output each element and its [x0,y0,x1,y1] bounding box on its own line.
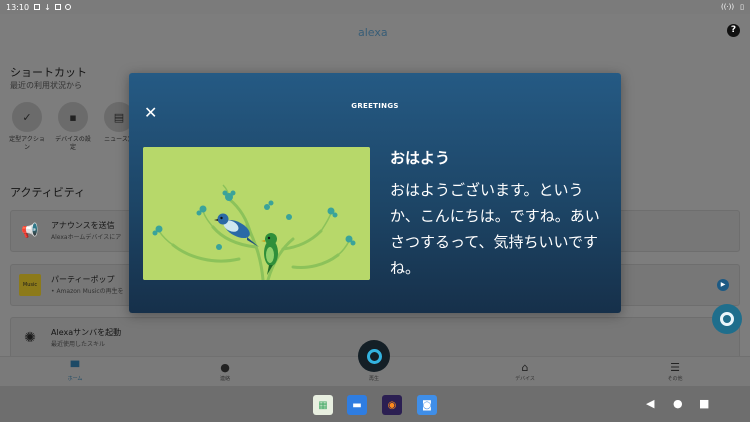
tab-home[interactable]: ▀ ホーム [50,361,100,382]
dialog-title: GREETINGS [351,102,399,110]
birds-illustration [143,147,370,280]
activity-title: アクティビティ [10,186,86,199]
clock: 13:10 [6,2,30,12]
menu-icon: ☰ [670,361,680,374]
shortcut-device-settings[interactable]: ▪ デバイスの設定 [54,102,92,152]
help-icon[interactable]: ? [727,24,740,37]
shortcuts-subtitle: 最近の利用状況から [10,81,82,90]
skill-icon: ✺ [24,330,36,346]
files-app-icon[interactable]: ▬ [347,395,367,415]
tab-devices[interactable]: ⌂ デバイス [500,361,550,382]
system-nav-bar: ▦ ▬ ◉ ◙ ◀ ● ■ [0,386,750,422]
download-icon: ↓ [44,2,51,12]
tab-play[interactable]: 再生 [349,375,399,382]
recents-icon[interactable]: ■ [699,397,709,410]
tab-communicate[interactable]: ● 連絡 [200,361,250,382]
battery-icon: ▯ [740,3,744,11]
firefox-app-icon[interactable]: ◉ [382,395,402,415]
greeting-heading: おはよう [390,149,451,167]
check-clock-icon: ✓ [12,102,42,132]
sd-card-icon [54,4,61,10]
tab-more[interactable]: ☰ その他 [650,361,700,382]
sync-icon [64,4,71,10]
greeting-body: おはようございます。というか、こんにちは。ですね。あいさつするって、気持ちいいで… [390,181,600,277]
shortcuts-title: ショートカット [10,66,87,79]
chat-icon: ● [220,361,230,374]
home-nav-icon[interactable]: ● [673,397,683,410]
back-icon[interactable]: ◀ [646,397,654,410]
notification-icon [34,4,41,10]
play-icon[interactable]: ▶ [717,279,729,291]
gallery-app-icon[interactable]: ▦ [313,395,333,415]
status-bar: 13:10 ↓ ((·)) ▯ [0,0,750,14]
greeting-dialog: ✕ GREETINGS おはよう おはようございます。というか、こんにちは。です… [129,73,621,313]
alexa-voice-button[interactable] [358,340,390,372]
alexa-ring-icon [720,312,734,326]
devices-icon: ⌂ [521,361,529,374]
cast-icon: ((·)) [720,3,735,11]
shortcut-routines[interactable]: ✓ 定型アクション [8,102,46,152]
music-thumbnail: Music [19,274,41,296]
home-icon: ▀ [70,361,80,374]
birds-on-branch-image [143,147,370,280]
devices-icon: ▪ [58,102,88,132]
alexa-logo: alexa [358,26,388,39]
alexa-ring-icon [366,348,382,364]
megaphone-icon: 📢 [21,223,39,239]
camera-app-icon[interactable]: ◙ [417,395,437,415]
alexa-floating-button[interactable] [712,304,742,334]
